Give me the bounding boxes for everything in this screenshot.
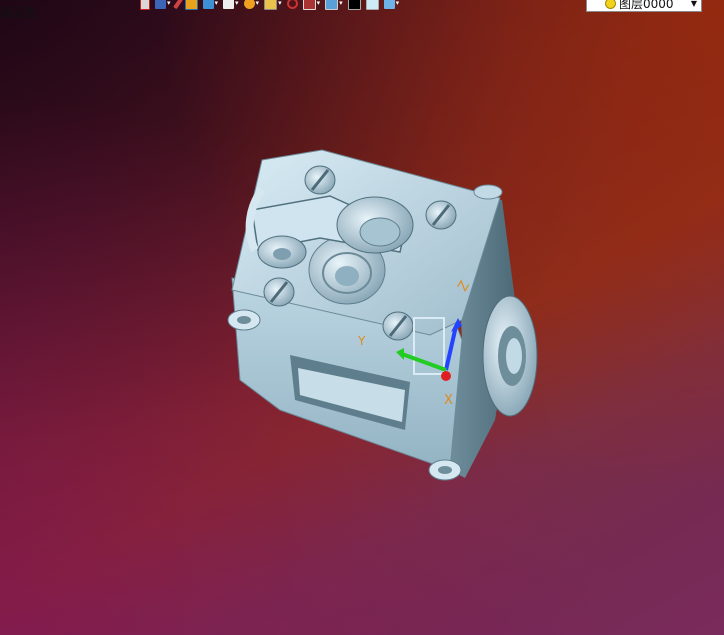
x-axis-label: X bbox=[444, 393, 453, 408]
roller-inner bbox=[359, 217, 401, 247]
x-axis-origin bbox=[441, 371, 451, 381]
side-shaft-bore bbox=[506, 338, 522, 374]
top-nub bbox=[473, 184, 503, 200]
3d-model[interactable]: Z Y X bbox=[0, 0, 724, 635]
center-boss-core bbox=[335, 266, 359, 286]
y-axis-label: Y bbox=[357, 334, 366, 348]
mount-hole bbox=[438, 466, 452, 474]
3d-viewport[interactable]: 器设置. ▾ ▾ ▾ ▾ ▾ ▾ ▾ ▾ 图层0000 ▼ Z Y X bbox=[0, 0, 724, 635]
mount-hole bbox=[237, 316, 251, 324]
pivot-bore bbox=[273, 248, 291, 260]
